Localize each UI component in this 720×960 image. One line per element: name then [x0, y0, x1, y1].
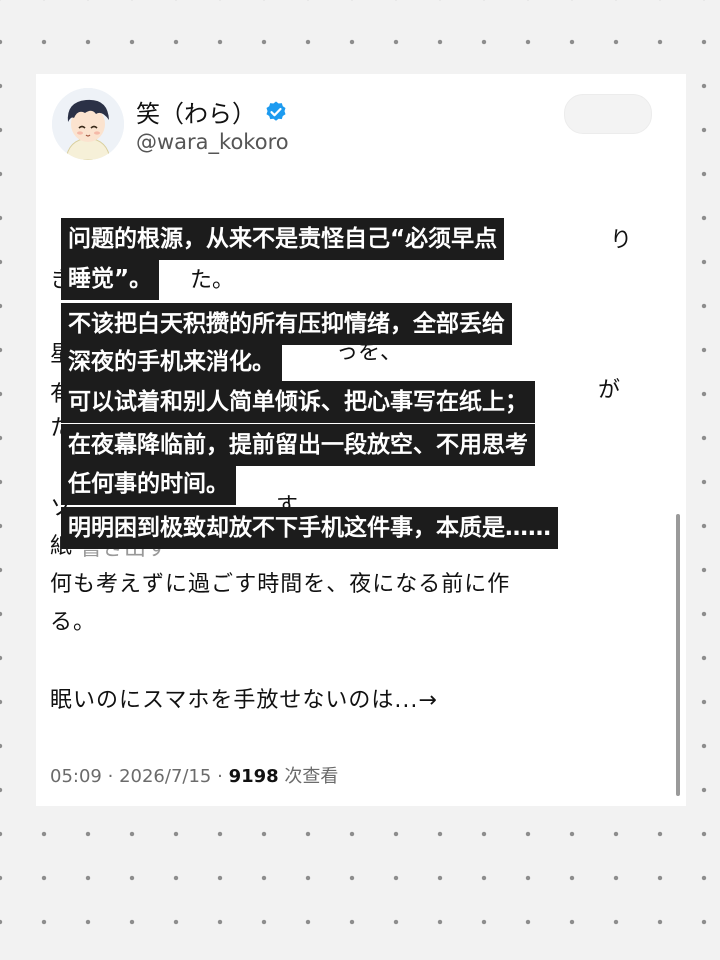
overlay-caption-line: 不该把白天积攒的所有压抑情绪，全部丢给 [61, 303, 512, 345]
display-name[interactable]: 笑（わら） [136, 94, 256, 129]
view-label: 次查看 [284, 766, 339, 787]
overlay-caption-line: 任何事的时间。 [61, 463, 236, 505]
post-date[interactable]: 2026/7/15 [119, 766, 211, 787]
jp-fragment: り [610, 228, 633, 253]
jp-fragment: た。 [190, 268, 235, 293]
separator: · [217, 766, 223, 787]
display-name-row: 笑（わら） [136, 94, 288, 129]
verified-badge-icon [266, 101, 286, 121]
user-handle[interactable]: @wara_kokoro [136, 130, 289, 154]
overlay-caption-line: 在夜幕降临前，提前留出一段放空、不用思考 [61, 424, 535, 466]
view-count: 9198 [228, 766, 279, 787]
overlay-caption-line: 问题的根源，从来不是责怪自己“必须早点 [61, 218, 505, 260]
avatar-illustration [52, 88, 124, 160]
post-metadata: 05:09 · 2026/7/15 · 9198 次查看 [50, 762, 338, 788]
overlay-caption-line: 明明困到极致却放不下手机这件事，本质是…… [61, 507, 558, 549]
post-text-line[interactable]: 眠いのにスマホを手放せないのは...→ [50, 682, 438, 714]
avatar[interactable] [52, 88, 124, 160]
overlay-caption-line: 睡觉”。 [61, 258, 160, 300]
post-text-line: る。 [50, 610, 97, 635]
jp-fragment: が [598, 378, 621, 403]
follow-button[interactable] [564, 94, 652, 134]
post-text-line: 何も考えずに過ごす時間を、夜になる前に作 [50, 572, 511, 597]
scrollbar[interactable] [676, 514, 680, 796]
post-time[interactable]: 05:09 [50, 766, 102, 787]
separator: · [107, 766, 114, 787]
overlay-caption-line: 深夜的手机来消化。 [61, 341, 282, 383]
overlay-caption-line: 可以试着和别人简单倾诉、把心事写在纸上； [61, 381, 535, 423]
